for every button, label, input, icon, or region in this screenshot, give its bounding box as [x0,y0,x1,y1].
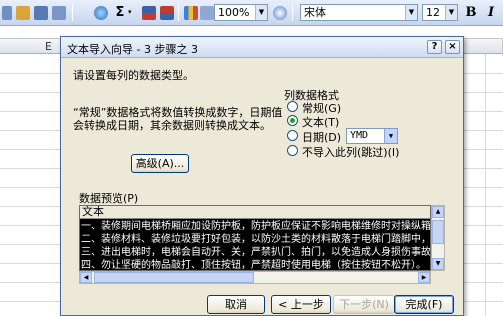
scroll-left-arrow-icon[interactable]: ◀ [80,272,92,283]
chevron-down-icon: ▼ [405,5,417,20]
undo-arrow-icon[interactable] [2,6,12,20]
preview-vertical-scrollbar[interactable]: ▲ ▼ [431,205,445,271]
sort-ascending-icon[interactable] [142,6,156,20]
zoom-select[interactable]: 100% ▼ [214,4,268,21]
scroll-thumb[interactable] [94,272,254,283]
toolbar-separator [292,4,293,21]
sort-descending-icon[interactable] [160,6,174,20]
italic-button[interactable]: I [484,4,498,21]
font-name-value: 宋体 [304,6,326,19]
hyperlink-globe-icon[interactable] [94,6,108,20]
date-format-value: YMD [350,130,369,141]
cancel-button[interactable]: 取消 [207,295,265,314]
description-line-2: 会转换成日期，其余数据则转换成文本。 [73,119,271,132]
chevron-down-icon: ▼ [445,5,457,20]
toolbar-separator [72,4,73,21]
format-painter-icon[interactable] [16,6,30,20]
zoom-value: 100% [218,6,250,19]
preview-row: 二、装修材料、装修垃圾要打好包装，以防沙土类的材料散落于电梯门踏脚中，避免出现 [81,234,431,245]
font-size-value: 12 [426,6,440,19]
autosum-button[interactable]: Σ [113,4,127,21]
undo-icon[interactable] [34,6,48,20]
scroll-thumb[interactable] [432,220,444,244]
chart-wizard-icon[interactable] [184,6,198,20]
dialog-title-bar[interactable]: 文本导入向导 - 3 步骤之 3 ? × [61,37,463,58]
data-preview-pane[interactable]: 文本 一、装修期间电梯桥厢应加设防护板，防护板应保证不影响电梯维修时对操纵箱使用… [79,205,431,271]
scroll-down-arrow-icon[interactable]: ▼ [432,258,444,270]
grid-line [485,54,486,316]
radio-general[interactable] [287,101,298,112]
radio-skip-column[interactable] [287,145,298,156]
scroll-right-arrow-icon[interactable]: ▶ [418,272,430,283]
radio-date-label[interactable]: 日期(D) [302,129,341,145]
drawing-icon[interactable] [200,6,214,20]
preview-row: 一、装修期间电梯桥厢应加设防护板，防护板应保证不影响电梯维修时对操纵箱使用； [81,221,431,232]
preview-horizontal-scrollbar[interactable]: ◀ ▶ [79,271,431,284]
next-button[interactable]: 下一步(N) > [333,295,395,316]
preview-row: 四、勿让坚硬的物品敲打、顶住按钮，严禁超时使用电梯（按住按钮不松开）。 [81,260,426,271]
radio-text-label[interactable]: 文本(T) [302,114,339,130]
advanced-button[interactable]: 高级(A)... [131,154,189,173]
help-icon[interactable] [273,6,287,20]
finish-button[interactable]: 完成(F) [394,295,454,314]
bold-button[interactable]: B [464,4,478,21]
scroll-up-arrow-icon[interactable]: ▲ [432,206,444,218]
radio-skip-column-label[interactable]: 不导入此列(跳过)(I) [302,144,399,160]
help-button[interactable]: ? [427,40,442,54]
instruction-text: 请设置每列的数据类型。 [73,69,194,82]
radio-text[interactable] [287,115,298,126]
date-format-select[interactable]: YMD ▼ [346,128,398,144]
dialog-title: 文本导入向导 - 3 步骤之 3 [67,43,198,56]
back-button[interactable]: < 上一步(B) [271,295,331,316]
font-name-select[interactable]: 宋体 ▼ [300,4,418,21]
close-button[interactable]: × [445,40,460,54]
toolbar-separator [178,4,179,21]
preview-column-header[interactable]: 文本 [80,206,430,219]
autosum-dropdown-icon[interactable]: ▾ [128,4,134,21]
text-import-wizard-dialog: 文本导入向导 - 3 步骤之 3 ? × 请设置每列的数据类型。 “常规”数据格… [60,36,464,316]
formatting-toolbar: Σ ▾ 100% ▼ 宋体 ▼ 12 ▼ B I [0,0,503,26]
font-size-select[interactable]: 12 ▼ [422,4,458,21]
chevron-down-icon: ▼ [255,5,267,20]
redo-icon[interactable] [52,6,66,20]
radio-date[interactable] [287,130,298,141]
data-preview-label: 数据预览(P) [79,192,139,205]
preview-row: 三、进出电梯时，电梯会自动开、关，严禁扒门、拍门，以免造成人身损伤事故。 [81,247,431,258]
chevron-down-icon: ▼ [384,129,397,143]
